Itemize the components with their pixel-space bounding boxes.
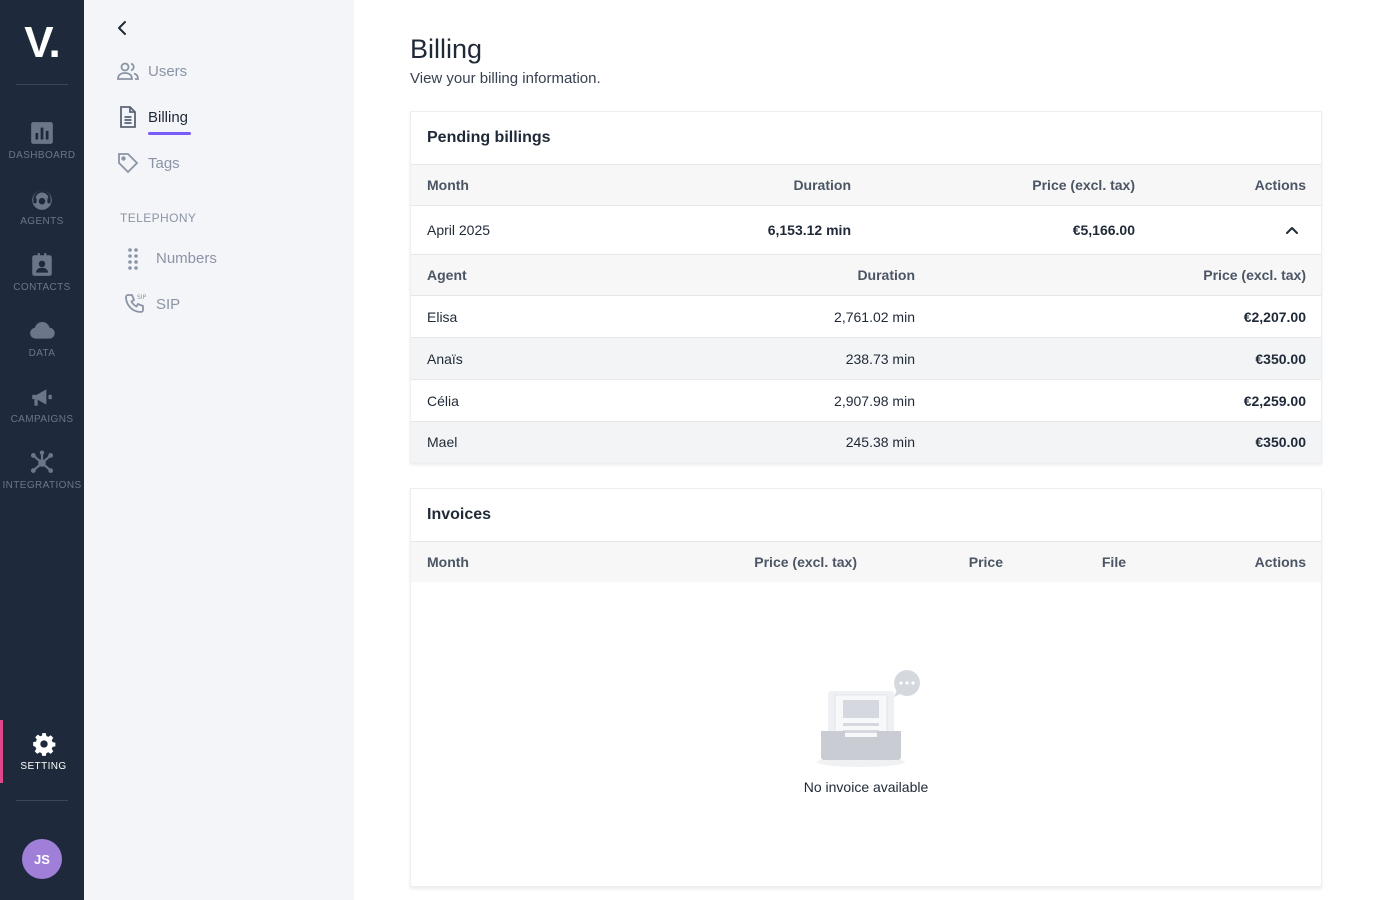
rail-item-integrations[interactable]: INTEGRATIONS — [0, 440, 84, 500]
column-header: Actions — [1254, 554, 1306, 570]
agent-name: Anaïs — [427, 350, 463, 367]
column-header: Month — [427, 177, 469, 193]
app-logo[interactable]: V. — [0, 18, 84, 68]
rail-label: DATA — [28, 347, 56, 359]
table-header: Month Duration Price (excl. tax) Actions — [411, 164, 1321, 205]
rail-divider — [16, 84, 68, 85]
tag-icon — [118, 153, 139, 174]
active-indicator — [148, 132, 191, 135]
document-icon — [120, 106, 136, 128]
invoices-card: Invoices Month Price (excl. tax) Price F… — [410, 488, 1322, 887]
page-subtitle: View your billing information. — [410, 70, 601, 87]
column-header: Actions — [1254, 177, 1306, 193]
settings-nav: Users Billing Tags TELEPHONY Numbers SIP… — [84, 0, 354, 900]
table-row: Anaïs 238.73 min €350.00 — [411, 337, 1321, 379]
agent-price: €350.00 — [1255, 434, 1306, 450]
pending-billings-card: Pending billings Month Duration Price (e… — [410, 111, 1322, 463]
sip-phone-icon: SIP — [125, 294, 147, 313]
empty-state: No invoice available — [411, 669, 1321, 795]
page-title: Billing — [410, 34, 483, 64]
logo-text: V. — [24, 18, 61, 67]
agent-name: Elisa — [427, 308, 458, 325]
nav-item-tags[interactable]: Tags — [116, 149, 180, 177]
rail-item-agents[interactable]: AGENTS — [0, 176, 84, 236]
chevron-up-icon — [1286, 227, 1298, 234]
agent-duration: 2,907.98 min — [834, 392, 915, 409]
agent-duration: 2,761.02 min — [834, 308, 915, 325]
column-header: Price (excl. tax) — [754, 554, 857, 570]
contact-card-icon — [32, 252, 52, 276]
collapse-button[interactable] — [1285, 206, 1299, 254]
nav-label: Tags — [148, 154, 180, 172]
table-header: Month Price (excl. tax) Price File Actio… — [411, 541, 1321, 582]
back-button[interactable] — [112, 16, 132, 40]
rail-item-contacts[interactable]: CONTACTS — [0, 242, 84, 302]
price-cell: €5,166.00 — [1072, 222, 1135, 238]
column-header: Agent — [427, 267, 467, 283]
nav-item-users[interactable]: Users — [116, 57, 187, 85]
megaphone-icon — [32, 388, 52, 406]
nav-label: SIP — [156, 295, 181, 313]
rail-label: INTEGRATIONS — [2, 479, 82, 491]
nav-item-billing[interactable]: Billing — [116, 103, 188, 131]
nav-label: Billing — [148, 108, 189, 126]
table-row[interactable]: April 2025 6,153.12 min €5,166.00 — [411, 205, 1321, 254]
headset-icon — [32, 189, 52, 210]
table-row: Célia 2,907.98 min €2,259.00 — [411, 379, 1321, 421]
keypad-icon — [128, 248, 138, 270]
agent-name: Mael — [427, 434, 458, 450]
cloud-icon — [30, 321, 55, 339]
rail-item-campaigns[interactable]: CAMPAIGNS — [0, 374, 84, 434]
rail-label: CAMPAIGNS — [10, 413, 74, 425]
empty-inbox-icon — [817, 670, 920, 767]
main-content: Billing View your billing information. P… — [354, 0, 1400, 900]
column-header: Duration — [857, 267, 915, 283]
rail-label: AGENTS — [20, 215, 64, 227]
column-header: Price (excl. tax) — [1032, 177, 1135, 193]
agent-price: €2,207.00 — [1243, 308, 1306, 325]
column-header: Price — [968, 554, 1003, 570]
month-cell: April 2025 — [427, 222, 491, 238]
rail-label: CONTACTS — [13, 281, 71, 293]
gear-icon — [32, 733, 55, 756]
users-icon — [117, 62, 139, 80]
agent-duration: 238.73 min — [845, 350, 915, 367]
table-row: Mael 245.38 min €350.00 — [411, 421, 1321, 462]
chevron-left-icon — [118, 21, 126, 35]
rail-item-dashboard[interactable]: DASHBOARD — [0, 110, 84, 170]
app-rail: V. DASHBOARD AGENTS CONTACTS DATA CAMPAI… — [0, 0, 84, 900]
nav-label: Numbers — [156, 249, 217, 267]
column-header: File — [1101, 554, 1126, 570]
detail-table-header: Agent Duration Price (excl. tax) — [411, 254, 1321, 295]
rail-divider — [16, 800, 68, 801]
rail-item-setting[interactable]: SETTING — [0, 720, 84, 783]
column-header: Month — [427, 554, 469, 570]
avatar[interactable]: JS — [22, 839, 62, 879]
telephony-section-title: TELEPHONY — [120, 211, 197, 225]
nav-item-sip[interactable]: SIP SIP — [124, 290, 180, 318]
svg-text:SIP: SIP — [137, 294, 147, 301]
rail-label: DASHBOARD — [8, 149, 76, 161]
network-icon — [30, 450, 54, 473]
column-header: Duration — [793, 177, 851, 193]
card-title: Invoices — [427, 506, 492, 523]
rail-item-data[interactable]: DATA — [0, 308, 84, 368]
table-row: Elisa 2,761.02 min €2,207.00 — [411, 295, 1321, 337]
column-header: Price (excl. tax) — [1203, 267, 1306, 283]
agent-name: Célia — [427, 392, 459, 409]
bar-chart-icon — [31, 121, 53, 144]
duration-cell: 6,153.12 min — [767, 222, 851, 238]
rail-label: SETTING — [20, 761, 67, 772]
nav-item-numbers[interactable]: Numbers — [124, 244, 217, 272]
card-title: Pending billings — [427, 129, 551, 146]
agent-price: €2,259.00 — [1243, 392, 1306, 409]
agent-price: €350.00 — [1255, 350, 1306, 367]
nav-label: Users — [148, 62, 188, 80]
agent-duration: 245.38 min — [845, 434, 915, 450]
empty-state-text: No invoice available — [803, 779, 929, 795]
